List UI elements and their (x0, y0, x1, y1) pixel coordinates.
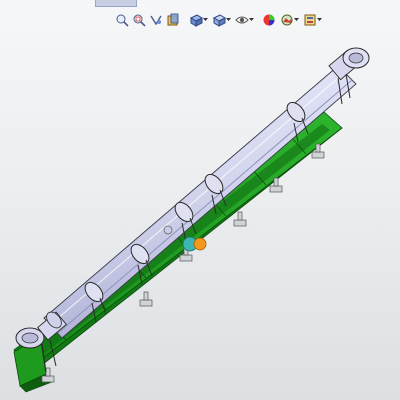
graphics-viewport[interactable] (0, 0, 400, 400)
base-frame[interactable] (13, 111, 343, 393)
support-foot (139, 291, 153, 307)
support-feet[interactable] (41, 143, 325, 383)
conveyor-assembly-model[interactable] (0, 0, 400, 400)
support-foot (233, 211, 247, 227)
